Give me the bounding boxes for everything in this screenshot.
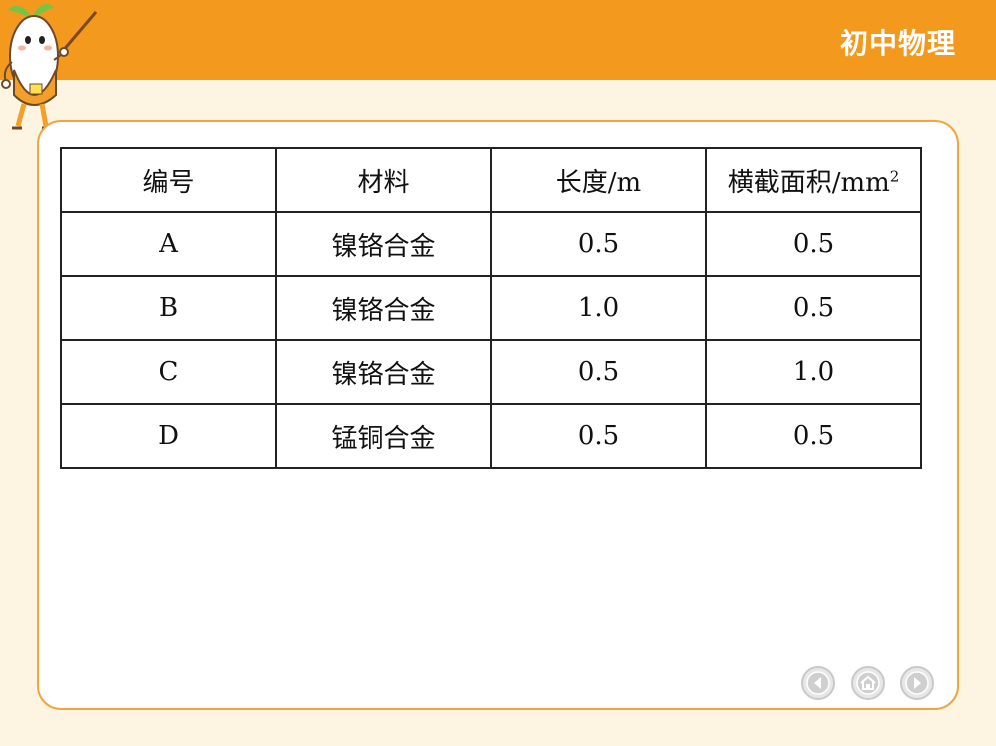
data-table: 编号 材料 长度/m 横截面积/mm2 A 镍铬合金 0.5 0.5 B 镍铬合… <box>60 147 922 469</box>
cell-material: 镍铬合金 <box>275 211 492 277</box>
cell-id: C <box>60 339 277 405</box>
header-cell-length: 长度/m <box>490 147 707 213</box>
prev-button[interactable] <box>801 666 835 700</box>
cell-area: 0.5 <box>705 403 922 469</box>
cell-id: D <box>60 403 277 469</box>
cell-area: 1.0 <box>705 339 922 405</box>
cell-length: 0.5 <box>490 339 707 405</box>
header-cell-id: 编号 <box>60 147 277 213</box>
cell-length: 0.5 <box>490 403 707 469</box>
mascot-icon <box>1 4 98 130</box>
cell-area: 0.5 <box>705 275 922 341</box>
cell-length: 0.5 <box>490 211 707 277</box>
header-cell-area: 横截面积/mm2 <box>705 147 922 213</box>
home-button[interactable] <box>851 666 885 700</box>
header-cell-material: 材料 <box>275 147 492 213</box>
table-row: C 镍铬合金 0.5 1.0 <box>60 339 922 405</box>
header-cell-area-sup: 2 <box>889 166 900 185</box>
cell-material: 镍铬合金 <box>275 275 492 341</box>
cell-area: 0.5 <box>705 211 922 277</box>
right-arrow-icon <box>905 671 929 695</box>
cell-id: A <box>60 211 277 277</box>
cell-material: 锰铜合金 <box>275 403 492 469</box>
header-bar: 初中物理 <box>0 0 996 80</box>
header-title: 初中物理 <box>839 27 956 60</box>
table-header-row: 编号 材料 长度/m 横截面积/mm2 <box>60 147 922 213</box>
cell-length: 1.0 <box>490 275 707 341</box>
cell-id: B <box>60 275 277 341</box>
cell-material: 镍铬合金 <box>275 339 492 405</box>
table-row: B 镍铬合金 1.0 0.5 <box>60 275 922 341</box>
left-arrow-icon <box>806 671 830 695</box>
next-button[interactable] <box>900 666 934 700</box>
home-icon <box>856 671 880 695</box>
table-row: D 锰铜合金 0.5 0.5 <box>60 403 922 469</box>
table-row: A 镍铬合金 0.5 0.5 <box>60 211 922 277</box>
header-cell-area-label: 横截面积/mm <box>727 167 890 198</box>
